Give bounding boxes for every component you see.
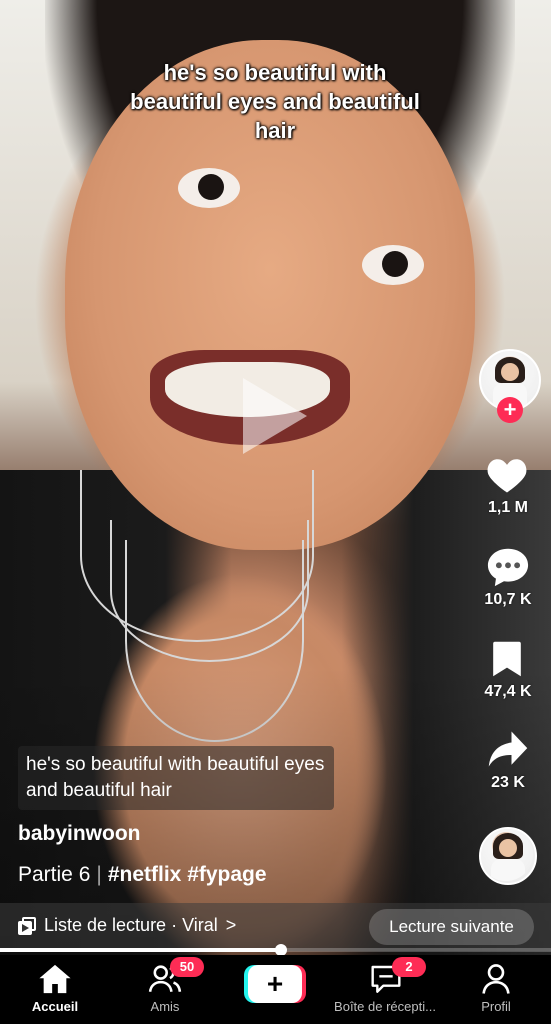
- create-button[interactable]: +: [244, 965, 306, 1003]
- bookmark-icon: [493, 641, 521, 677]
- share-count: 23 K: [491, 774, 525, 791]
- progress-fill: [0, 948, 281, 952]
- bottom-nav: Accueil 50 Amis + 2 Boîte de récepti... …: [0, 955, 551, 1024]
- tab-home[interactable]: Accueil: [0, 955, 110, 1024]
- subtitle-box: he's so beautiful with beautiful eyes an…: [18, 746, 334, 810]
- chevron-right-icon: >: [225, 915, 237, 935]
- like-button[interactable]: [486, 455, 528, 495]
- inbox-badge: 2: [392, 957, 426, 977]
- home-icon: [39, 964, 71, 994]
- friends-badge: 50: [170, 957, 204, 977]
- video-text-overlay: he's so beautiful with beautiful eyes an…: [130, 60, 420, 143]
- plus-icon: +: [248, 965, 302, 1003]
- tab-profile[interactable]: Profil: [441, 955, 551, 1024]
- like-count: 1,1 M: [487, 499, 528, 516]
- avatar-shirt: [491, 859, 525, 881]
- tab-inbox[interactable]: 2 Boîte de récepti...: [330, 955, 440, 1024]
- playlist-link[interactable]: Liste de lecture · Viral >: [18, 915, 236, 936]
- tab-home-label: Accueil: [31, 999, 79, 1014]
- post-description: Partie 6 | #netflix #fypage: [18, 863, 267, 887]
- save-button[interactable]: [490, 640, 524, 678]
- plus-icon: +: [503, 397, 517, 422]
- profile-icon: [482, 964, 510, 994]
- play-icon[interactable]: [243, 378, 307, 454]
- tab-friends[interactable]: 50 Amis: [110, 955, 220, 1024]
- sound-disc-image: [481, 829, 533, 881]
- part-label: Partie 6: [18, 863, 91, 886]
- playlist-icon: [18, 916, 36, 935]
- tab-profile-label: Profil: [481, 999, 511, 1014]
- tab-friends-label: Amis: [150, 999, 180, 1014]
- tab-inbox-label: Boîte de récepti...: [334, 999, 436, 1014]
- comment-button[interactable]: [486, 546, 530, 588]
- creator-username[interactable]: babyinwoon: [18, 822, 141, 846]
- playlist-label: Liste de lecture · Viral: [44, 915, 218, 935]
- hashtags[interactable]: #netflix #fypage: [108, 863, 267, 886]
- separator: |: [96, 863, 102, 886]
- comment-icon: [487, 548, 529, 587]
- playlist-bar: Liste de lecture · Viral > Lecture suiva…: [0, 903, 551, 951]
- avatar-face: [499, 839, 517, 857]
- avatar-face: [501, 363, 519, 381]
- share-button[interactable]: [487, 729, 529, 769]
- save-count: 47,4 K: [484, 683, 532, 700]
- sound-disc[interactable]: [479, 827, 537, 885]
- comment-count: 10,7 K: [484, 591, 532, 608]
- video-progress-bar[interactable]: [0, 944, 551, 956]
- heart-icon: [487, 459, 527, 493]
- share-icon: [488, 731, 528, 767]
- follow-button[interactable]: +: [497, 397, 523, 423]
- next-video-button[interactable]: Lecture suivante: [369, 909, 534, 945]
